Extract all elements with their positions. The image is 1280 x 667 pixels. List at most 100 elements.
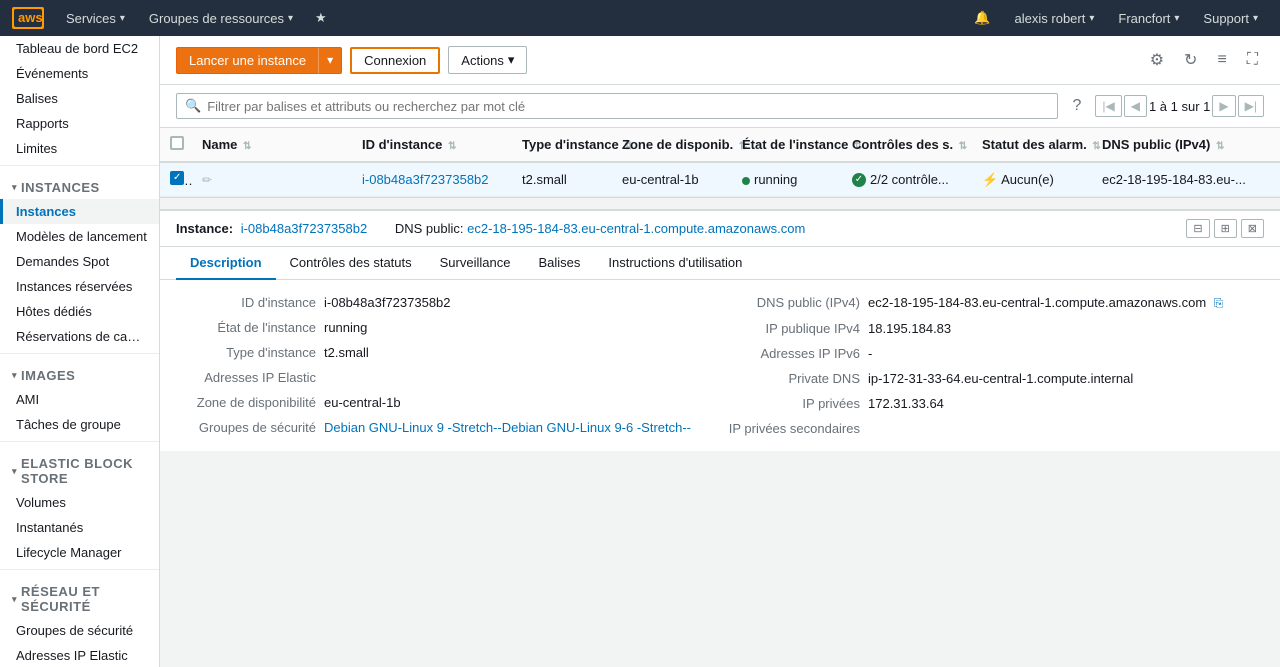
- detail-row-id: ID d'instance i-08b48a3f7237358b2: [176, 292, 720, 313]
- sidebar-item-events[interactable]: Événements: [0, 61, 159, 86]
- next-page-button[interactable]: ▶: [1212, 95, 1235, 117]
- divider-4: [0, 569, 159, 570]
- panel-view-icon-1[interactable]: ⊟: [1186, 219, 1209, 238]
- sidebar-item-instances[interactable]: Instances: [0, 199, 159, 224]
- detail-tabs: Description Contrôles des statuts Survei…: [160, 247, 1280, 280]
- prev-page-button[interactable]: ◀: [1124, 95, 1147, 117]
- col-header-instance-id[interactable]: ID d'instance ⇅: [352, 128, 512, 162]
- cell-type: t2.small: [512, 162, 612, 197]
- sidebar-item-ami[interactable]: AMI: [0, 387, 159, 412]
- sidebar-item-limits[interactable]: Limites: [0, 136, 159, 161]
- dns-sort-icon: ⇅: [1216, 141, 1224, 152]
- col-header-checks[interactable]: Contrôles des s. ⇅: [842, 128, 972, 162]
- table-row[interactable]: ✓ ✏ i-08b48a3f7237358b2 t2.small eu-cent…: [160, 162, 1280, 197]
- images-triangle-icon[interactable]: ▾: [12, 370, 17, 381]
- detail-row-private-ip-secondary: IP privées secondaires: [720, 418, 1264, 439]
- last-page-button[interactable]: ▶|: [1238, 95, 1264, 117]
- instances-triangle-icon[interactable]: ▾: [12, 182, 17, 193]
- main-layout: Tableau de bord EC2 Événements Balises R…: [0, 36, 1280, 667]
- toolbar-right-icons: ⚙ ↻ ≡ ⛶: [1144, 48, 1264, 72]
- fullscreen-icon[interactable]: ⛶: [1241, 49, 1264, 71]
- tab-usage[interactable]: Instructions d'utilisation: [594, 247, 756, 280]
- divider-1: [0, 165, 159, 166]
- col-header-type[interactable]: Type d'instance ⇅: [512, 128, 612, 162]
- detail-instance-header: Instance: i-08b48a3f7237358b2 DNS public…: [160, 211, 1280, 247]
- detail-row-private-ip: IP privées 172.31.33.64: [720, 393, 1264, 414]
- tab-status-checks[interactable]: Contrôles des statuts: [276, 247, 426, 280]
- support-menu[interactable]: Support ▾: [1193, 7, 1268, 30]
- sidebar-item-tags[interactable]: Balises: [0, 86, 159, 111]
- header-checkbox[interactable]: [170, 136, 184, 150]
- settings-icon[interactable]: ⚙: [1144, 48, 1170, 72]
- tab-monitoring[interactable]: Surveillance: [426, 247, 525, 280]
- help-icon[interactable]: ?: [1066, 95, 1087, 117]
- top-nav-right: 🔔 alexis robert ▾ Francfort ▾ Support ▾: [964, 6, 1268, 30]
- main-content: Lancer une instance ▾ Connexion Actions …: [160, 36, 1280, 667]
- detail-dns-value[interactable]: ec2-18-195-184-83.eu-central-1.compute.a…: [467, 221, 805, 236]
- search-input[interactable]: [207, 99, 1049, 114]
- connect-button[interactable]: Connexion: [350, 47, 440, 74]
- network-section-header: ▾ RÉSEAU ET SÉCURITÉ: [0, 574, 159, 618]
- search-input-wrap[interactable]: 🔍: [176, 93, 1058, 119]
- sidebar-item-snapshots[interactable]: Instantanés: [0, 515, 159, 540]
- sidebar-item-launch-templates[interactable]: Modèles de lancement: [0, 224, 159, 249]
- launch-instance-button[interactable]: Lancer une instance: [176, 47, 318, 74]
- top-navigation: aws Services ▾ Groupes de ressources ▾ ★…: [0, 0, 1280, 36]
- region-menu[interactable]: Francfort ▾: [1108, 7, 1189, 30]
- select-all-checkbox-header[interactable]: [160, 128, 192, 162]
- sidebar-item-elastic-ips[interactable]: Adresses IP Elastic: [0, 643, 159, 667]
- detail-row-dns-public: DNS public (IPv4) ec2-18-195-184-83.eu-c…: [720, 292, 1264, 314]
- refresh-icon[interactable]: ↻: [1178, 48, 1203, 72]
- services-menu[interactable]: Services ▾: [56, 7, 135, 30]
- sidebar-item-spot[interactable]: Demandes Spot: [0, 249, 159, 274]
- sidebar-item-capacity[interactable]: Réservations de capacité: [0, 324, 159, 349]
- sidebar-item-dedicated[interactable]: Hôtes dédiés: [0, 299, 159, 324]
- sidebar-item-reports[interactable]: Rapports: [0, 111, 159, 136]
- col-header-dns[interactable]: DNS public (IPv4) ⇅: [1092, 128, 1280, 162]
- images-section-header: ▾ IMAGES: [0, 358, 159, 387]
- col-header-alarm[interactable]: Statut des alarm. ⇅: [972, 128, 1092, 162]
- panel-view-icon-2[interactable]: ⊞: [1214, 219, 1237, 238]
- edit-name-icon[interactable]: ✏: [202, 173, 212, 187]
- pagination-controls: |◀ ◀ 1 à 1 sur 1 ▶ ▶|: [1095, 95, 1264, 117]
- col-header-name[interactable]: Name ⇅: [192, 128, 352, 162]
- sidebar-item-group-tasks[interactable]: Tâches de groupe: [0, 412, 159, 437]
- resource-groups-menu[interactable]: Groupes de ressources ▾: [139, 7, 303, 30]
- sidebar-item-lifecycle[interactable]: Lifecycle Manager: [0, 540, 159, 565]
- tab-tags[interactable]: Balises: [524, 247, 594, 280]
- user-menu[interactable]: alexis robert ▾: [1005, 7, 1105, 30]
- detail-instance-id[interactable]: i-08b48a3f7237358b2: [241, 221, 368, 236]
- sidebar-item-dashboard[interactable]: Tableau de bord EC2: [0, 36, 159, 61]
- cell-alarm: ⚡ Aucun(e): [972, 162, 1092, 197]
- cell-zone: eu-central-1b: [612, 162, 732, 197]
- cell-name: ✏: [192, 162, 352, 197]
- row-checkbox-cell[interactable]: ✓: [160, 162, 192, 197]
- table-header-row: Name ⇅ ID d'instance ⇅ Type d'instance ⇅…: [160, 128, 1280, 162]
- actions-button[interactable]: Actions ▾: [448, 46, 527, 74]
- favorites-icon[interactable]: ★: [307, 6, 335, 30]
- security-group-link[interactable]: Debian GNU-Linux 9 -Stretch--Debian GNU-…: [324, 420, 691, 435]
- horizontal-scrollbar[interactable]: [160, 197, 1280, 209]
- detail-row-state: État de l'instance running: [176, 317, 720, 338]
- region-chevron-icon: ▾: [1174, 13, 1179, 24]
- divider-3: [0, 441, 159, 442]
- col-header-state[interactable]: État de l'instance ⇅: [732, 128, 842, 162]
- ebs-triangle-icon[interactable]: ▾: [12, 466, 17, 477]
- col-header-zone[interactable]: Zone de disponib. ⇅: [612, 128, 732, 162]
- search-icon: 🔍: [185, 98, 201, 114]
- detail-row-zone: Zone de disponibilité eu-central-1b: [176, 392, 720, 413]
- sidebar-item-security-groups[interactable]: Groupes de sécurité: [0, 618, 159, 643]
- panel-view-icon-3[interactable]: ⊠: [1241, 219, 1264, 238]
- notification-icon[interactable]: 🔔: [964, 6, 1000, 30]
- tab-description[interactable]: Description: [176, 247, 276, 280]
- launch-instance-dropdown[interactable]: ▾: [318, 47, 342, 74]
- cell-instance-id[interactable]: i-08b48a3f7237358b2: [352, 162, 512, 197]
- detail-row-elastic-ip: Adresses IP Elastic: [176, 367, 720, 388]
- sidebar-item-reserved[interactable]: Instances réservées: [0, 274, 159, 299]
- network-triangle-icon[interactable]: ▾: [12, 594, 17, 605]
- first-page-button[interactable]: |◀: [1095, 95, 1121, 117]
- gear-icon[interactable]: ≡: [1211, 49, 1232, 71]
- svg-text:aws: aws: [18, 10, 42, 25]
- copy-dns-icon[interactable]: ⎘: [1214, 296, 1224, 310]
- sidebar-item-volumes[interactable]: Volumes: [0, 490, 159, 515]
